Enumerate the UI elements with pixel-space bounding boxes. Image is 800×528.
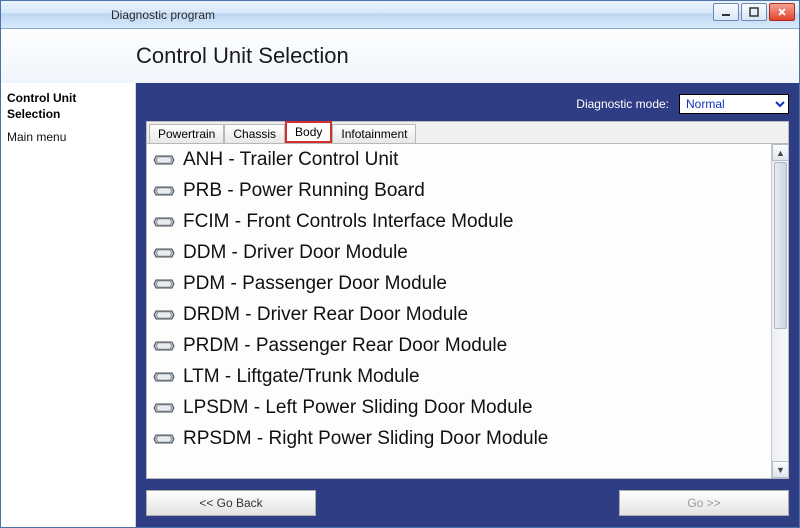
ecu-list-item-label: ANH - Trailer Control Unit [183, 149, 398, 171]
minimize-icon [721, 7, 731, 17]
ecu-list-item[interactable]: RPSDM - Right Power Sliding Door Module [147, 423, 771, 454]
ecu-list-item-label: PDM - Passenger Door Module [183, 273, 447, 295]
minimize-button[interactable] [713, 3, 739, 21]
ecu-list-item[interactable]: PRDM - Passenger Rear Door Module [147, 330, 771, 361]
mode-row: Diagnostic mode: Normal [146, 91, 789, 117]
go-back-button[interactable]: << Go Back [146, 490, 316, 516]
sidebar-heading: Control Unit Selection [7, 91, 129, 122]
page-header: Control Unit Selection [1, 29, 799, 83]
ecu-list-item[interactable]: DDM - Driver Door Module [147, 237, 771, 268]
ecu-chip-icon [153, 276, 175, 292]
scrollbar[interactable]: ▲ ▼ [771, 144, 788, 478]
ecu-list-item[interactable]: FCIM - Front Controls Interface Module [147, 206, 771, 237]
ecu-chip-icon [153, 214, 175, 230]
sidebar: Control Unit Selection Main menu [1, 83, 136, 527]
ecu-list-item[interactable]: ANH - Trailer Control Unit [147, 144, 771, 175]
ecu-list-item-label: PRB - Power Running Board [183, 180, 425, 202]
tabstrip: Powertrain Chassis Body Infotainment [146, 121, 789, 143]
maximize-button[interactable] [741, 3, 767, 21]
page-title: Control Unit Selection [136, 43, 349, 69]
ecu-chip-icon [153, 307, 175, 323]
ecu-list-item[interactable]: PRB - Power Running Board [147, 175, 771, 206]
ecu-list[interactable]: ANH - Trailer Control Unit PRB - Power R… [147, 144, 771, 478]
scroll-down-button[interactable]: ▼ [772, 461, 789, 478]
ecu-chip-icon [153, 431, 175, 447]
diagnostic-mode-label: Diagnostic mode: [576, 97, 669, 111]
tab-body[interactable]: Body [285, 121, 332, 143]
scroll-up-button[interactable]: ▲ [772, 144, 789, 161]
ecu-list-item-label: FCIM - Front Controls Interface Module [183, 211, 514, 233]
scroll-thumb[interactable] [774, 162, 787, 329]
ecu-chip-icon [153, 338, 175, 354]
window-title: Diagnostic program [111, 8, 215, 22]
body-area: Control Unit Selection Main menu Diagnos… [1, 83, 799, 527]
footer-row: << Go Back Go >> [146, 487, 789, 519]
ecu-list-item-label: DDM - Driver Door Module [183, 242, 408, 264]
ecu-list-item[interactable]: PDM - Passenger Door Module [147, 268, 771, 299]
diagnostic-mode-select[interactable]: Normal [679, 94, 789, 114]
titlebar[interactable]: Diagnostic program [1, 1, 799, 29]
ecu-list-item-label: PRDM - Passenger Rear Door Module [183, 335, 507, 357]
main-panel: Diagnostic mode: Normal Powertrain Chass… [136, 83, 799, 527]
ecu-list-item[interactable]: LPSDM - Left Power Sliding Door Module [147, 392, 771, 423]
tab-powertrain[interactable]: Powertrain [149, 124, 224, 143]
ecu-chip-icon [153, 152, 175, 168]
window-controls [713, 3, 795, 21]
ecu-chip-icon [153, 183, 175, 199]
ecu-list-item-label: LTM - Liftgate/Trunk Module [183, 366, 420, 388]
maximize-icon [749, 7, 759, 17]
ecu-list-item-label: LPSDM - Left Power Sliding Door Module [183, 397, 533, 419]
ecu-list-container: ANH - Trailer Control Unit PRB - Power R… [146, 143, 789, 479]
ecu-chip-icon [153, 369, 175, 385]
ecu-list-item[interactable]: LTM - Liftgate/Trunk Module [147, 361, 771, 392]
tab-infotainment[interactable]: Infotainment [332, 124, 416, 143]
ecu-list-item-label: DRDM - Driver Rear Door Module [183, 304, 468, 326]
ecu-list-item-label: RPSDM - Right Power Sliding Door Module [183, 428, 548, 450]
tab-chassis[interactable]: Chassis [224, 124, 285, 143]
ecu-chip-icon [153, 245, 175, 261]
go-next-button[interactable]: Go >> [619, 490, 789, 516]
sidebar-item-main-menu[interactable]: Main menu [7, 128, 129, 147]
app-window: Diagnostic program Control Unit Selectio… [0, 0, 800, 528]
close-button[interactable] [769, 3, 795, 21]
ecu-chip-icon [153, 400, 175, 416]
close-icon [777, 7, 787, 17]
ecu-list-item[interactable]: DRDM - Driver Rear Door Module [147, 299, 771, 330]
